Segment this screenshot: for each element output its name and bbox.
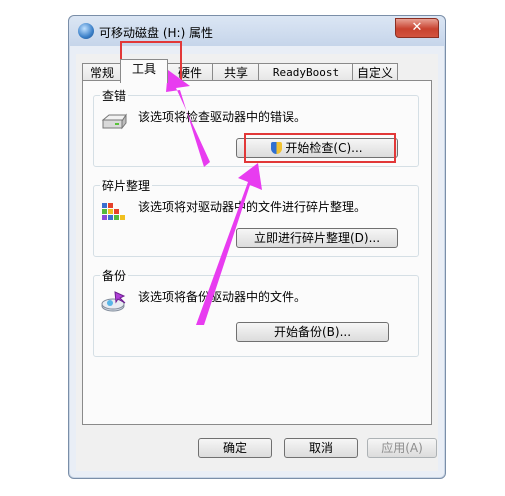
dialog-client: 常规 工具 硬件 共享 ReadyBoost 自定义 查错 该选项将检查驱动器中… xyxy=(76,54,438,471)
defrag-description: 该选项将对驱动器中的文件进行碎片整理。 xyxy=(138,200,367,214)
tab-tools[interactable]: 工具 xyxy=(120,59,168,83)
error-check-description: 该选项将检查驱动器中的错误。 xyxy=(138,110,307,124)
apply-button[interactable]: 应用(A) xyxy=(367,438,437,458)
start-check-label: 开始检查(C)... xyxy=(285,141,363,155)
start-check-button[interactable]: 开始检查(C)... xyxy=(236,138,398,158)
close-button[interactable]: ✕ xyxy=(395,18,439,38)
properties-dialog: 可移动磁盘 (H:) 属性 ✕ 常规 工具 硬件 共享 ReadyBoost 自… xyxy=(68,15,446,479)
defrag-icon xyxy=(102,203,125,220)
drive-app-icon xyxy=(78,23,94,39)
backup-group: 备份 该选项将备份驱动器中的文件。 开始备份(B)... xyxy=(93,267,419,357)
start-backup-button[interactable]: 开始备份(B)... xyxy=(236,322,389,342)
cancel-button[interactable]: 取消 xyxy=(284,438,358,458)
window-title: 可移动磁盘 (H:) 属性 xyxy=(99,26,214,40)
defrag-label: 碎片整理 xyxy=(100,177,153,194)
uac-shield-icon xyxy=(271,142,283,154)
defrag-group: 碎片整理 该选项将对驱动器中的文件进行碎片整理。 立即进行碎片整理(D)... xyxy=(93,177,419,257)
backup-label: 备份 xyxy=(100,267,129,284)
error-check-label: 查错 xyxy=(100,87,129,104)
backup-icon xyxy=(101,291,126,312)
backup-description: 该选项将备份驱动器中的文件。 xyxy=(138,290,307,304)
error-check-group: 查错 该选项将检查驱动器中的错误。 开始检查(C)... xyxy=(93,87,419,167)
drive-icon xyxy=(101,113,127,130)
title-bar[interactable]: 可移动磁盘 (H:) 属性 ✕ xyxy=(69,16,445,46)
ok-button[interactable]: 确定 xyxy=(198,438,272,458)
defrag-now-button[interactable]: 立即进行碎片整理(D)... xyxy=(236,228,398,248)
tools-panel: 查错 该选项将检查驱动器中的错误。 开始检查(C)... 碎片整理 该选项将对驱… xyxy=(82,80,432,425)
